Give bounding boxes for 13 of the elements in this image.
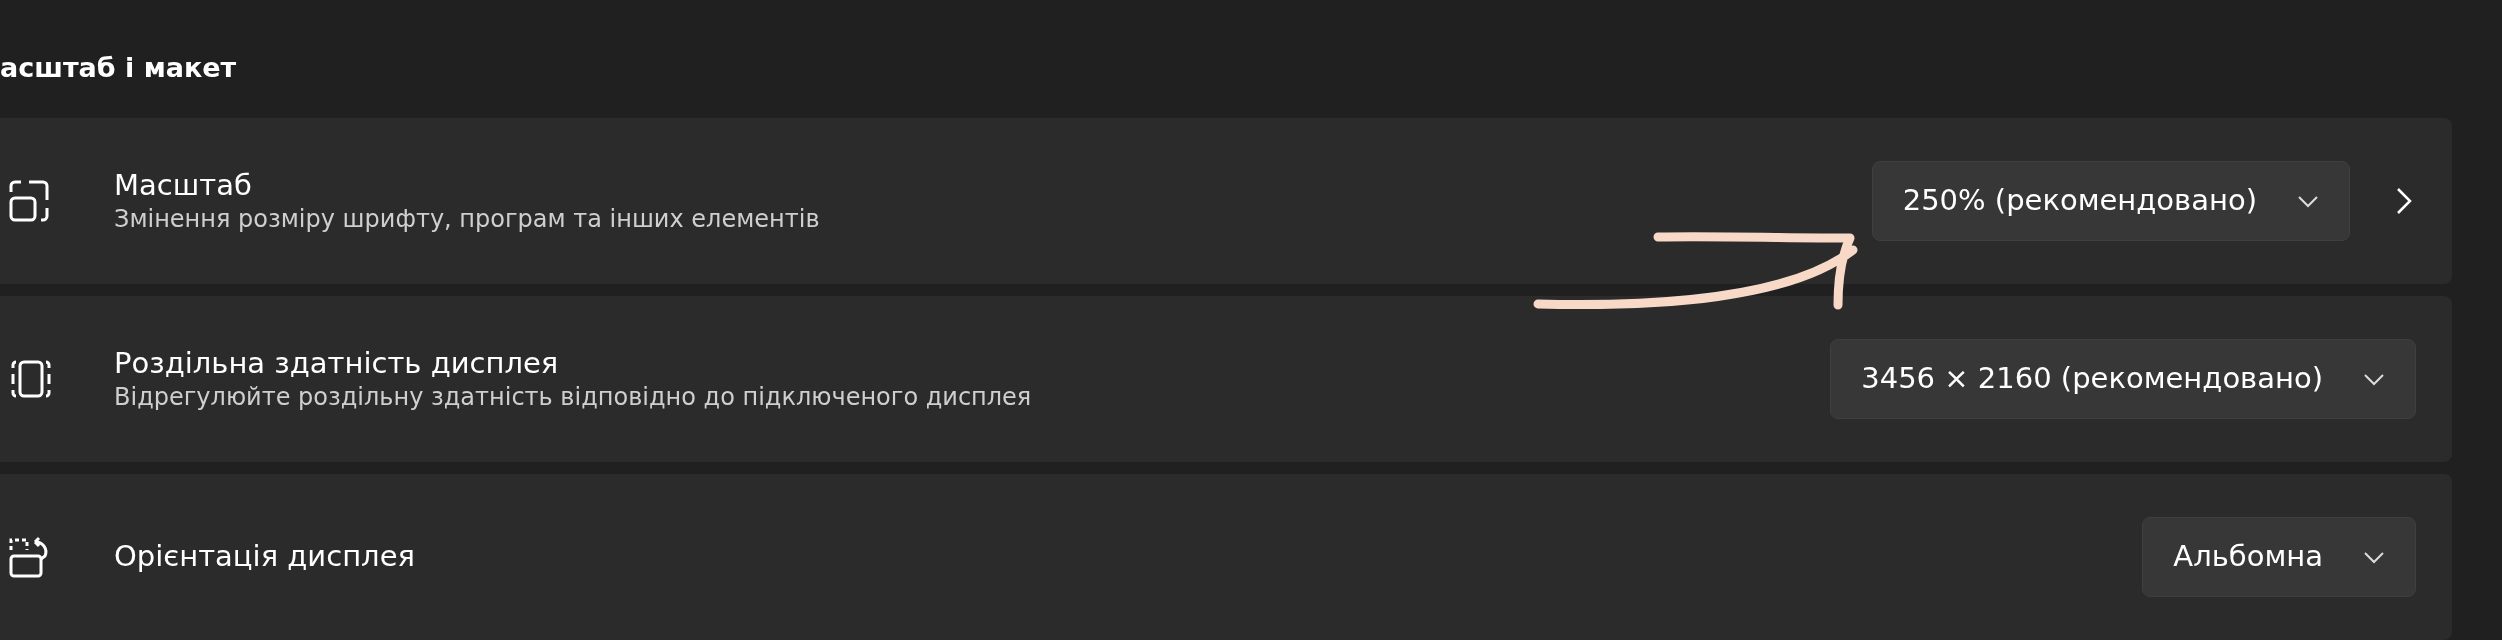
chevron-down-icon <box>2363 372 2385 386</box>
setting-description: Відрегулюйте роздільну здатність відповідно до підключеного дисплея <box>114 382 1033 414</box>
setting-title: Роздільна здатність дисплея <box>114 344 560 382</box>
dropdown[interactable]: 250% (рекомендовано) <box>1871 161 2350 241</box>
setting-description: Змінення розміру шрифту, програм та інших елементів <box>114 204 821 236</box>
section-title: асштаб і макет <box>0 51 238 85</box>
setting-title: Орієнтація дисплея <box>114 538 416 576</box>
dropdown[interactable]: Альбомна <box>2142 517 2416 597</box>
setting-title: Масштаб <box>114 166 253 204</box>
chevron-down-icon <box>2297 194 2319 208</box>
chevron-right-icon[interactable] <box>2394 186 2414 216</box>
chevron-down-icon <box>2363 550 2385 564</box>
dropdown[interactable]: 3456 × 2160 (рекомендовано) <box>1830 339 2416 419</box>
